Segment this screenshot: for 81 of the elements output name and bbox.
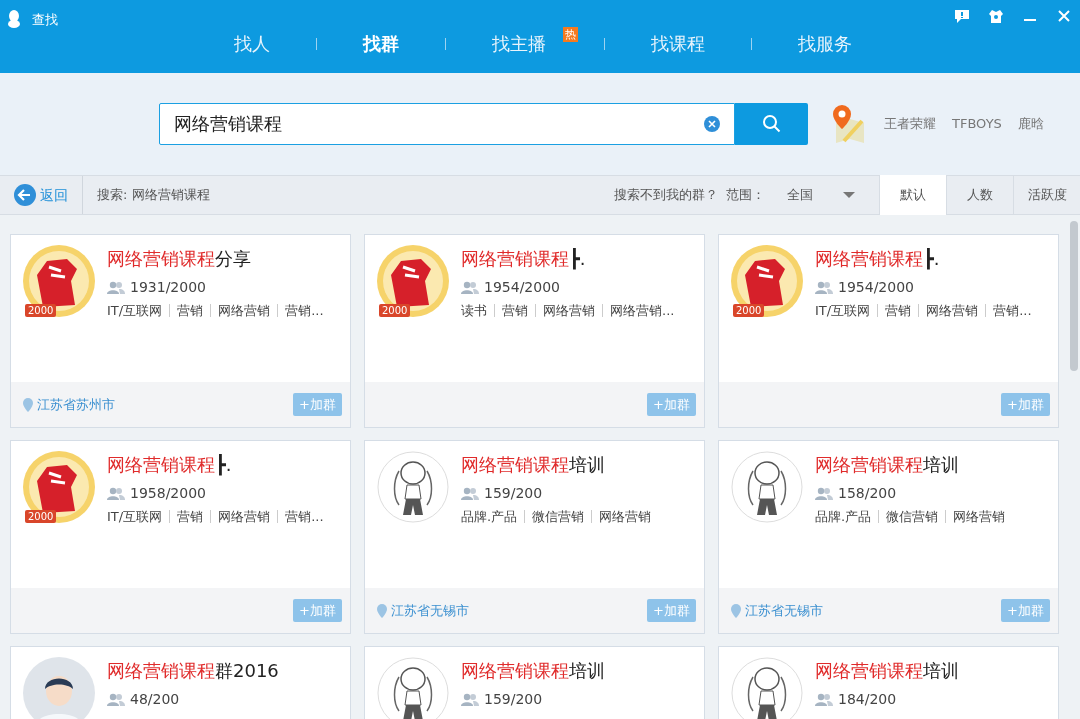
members-icon — [461, 280, 479, 295]
range-dropdown[interactable]: 全国 — [783, 185, 879, 205]
group-tag: 品牌.产品 — [461, 507, 518, 527]
location-pin-icon — [731, 603, 741, 618]
hot-keyword-link[interactable]: TFBOYS — [944, 114, 1010, 134]
sort-tab[interactable]: 默认 — [879, 175, 946, 215]
group-tag: 网络营销 — [218, 301, 271, 321]
caret-icon — [843, 191, 855, 199]
member-count: 159/200 — [484, 484, 543, 503]
group-tag: 营销... — [285, 507, 324, 527]
group-name[interactable]: 网络营销课程培训 — [815, 657, 959, 684]
members-icon — [461, 486, 479, 501]
group-tag: IT/互联网 — [815, 301, 871, 321]
shirt-icon[interactable] — [988, 8, 1004, 24]
group-tag: 网络营销 — [599, 507, 652, 527]
location-text: 江苏省无锡市 — [391, 601, 469, 620]
member-count: 1958/2000 — [130, 484, 206, 503]
group-tag: 营销 — [885, 301, 912, 321]
scrollbar[interactable] — [1070, 221, 1078, 371]
feedback-icon[interactable] — [954, 8, 970, 24]
members-icon — [107, 280, 125, 295]
range-label: 范围： — [726, 186, 766, 205]
group-name[interactable]: 网络营销课程培训 — [461, 657, 605, 684]
member-limit-badge: 2000 — [25, 510, 57, 523]
members-icon — [815, 280, 833, 295]
search-button[interactable] — [735, 103, 808, 145]
help-link[interactable]: 搜索不到我的群？ — [606, 185, 726, 205]
search-query-text: 搜索: 网络营销课程 — [96, 186, 210, 205]
hot-badge: 热 — [563, 27, 578, 42]
member-count: 158/200 — [838, 484, 897, 503]
member-count: 184/200 — [838, 690, 897, 709]
group-name[interactable]: 网络营销课程分享 — [107, 245, 251, 272]
clear-icon[interactable] — [703, 115, 721, 133]
group-name[interactable]: 网络营销课程┣. — [815, 245, 940, 272]
group-tag: 微信营销 — [886, 507, 939, 527]
group-tag: 营销... — [285, 301, 324, 321]
search-icon — [761, 114, 782, 134]
hot-keyword-link[interactable]: 王者荣耀 — [876, 114, 944, 134]
group-tag: 网络营销 — [953, 507, 1006, 527]
location-pin-icon — [377, 603, 387, 618]
members-icon — [815, 692, 833, 707]
group-tag: 网络营销... — [610, 301, 675, 321]
group-name[interactable]: 网络营销课程群2016 — [107, 657, 279, 684]
member-count: 48/200 — [130, 690, 180, 709]
members-icon — [461, 692, 479, 707]
group-tag: 营销 — [177, 507, 204, 527]
member-limit-badge: 2000 — [379, 304, 411, 317]
cartoon-avatar — [731, 451, 803, 523]
cartoon-avatar — [377, 451, 449, 523]
group-tag: 网络营销 — [218, 507, 271, 527]
member-count: 1954/2000 — [838, 278, 914, 297]
group-name[interactable]: 网络营销课程┣. — [107, 451, 232, 478]
group-tag: 微信营销 — [532, 507, 585, 527]
group-tag: 读书 — [461, 301, 487, 321]
member-limit-badge: 2000 — [25, 304, 57, 317]
member-limit-badge: 2000 — [733, 304, 765, 317]
members-icon — [107, 692, 125, 707]
group-name[interactable]: 网络营销课程培训 — [815, 451, 959, 478]
hot-keyword-link[interactable]: 鹿晗 — [1009, 114, 1052, 134]
group-tag: 营销 — [502, 301, 528, 321]
group-tag: IT/互联网 — [107, 301, 163, 321]
group-tag: IT/互联网 — [107, 507, 163, 527]
group-name[interactable]: 网络营销课程┣. — [461, 245, 586, 272]
group-name[interactable]: 网络营销课程培训 — [461, 451, 605, 478]
group-tag: 网络营销 — [543, 301, 595, 321]
close-icon[interactable] — [1056, 8, 1072, 24]
location-pin-icon — [23, 397, 33, 412]
member-count: 1931/2000 — [130, 278, 206, 297]
member-count: 159/200 — [484, 690, 543, 709]
location-text: 江苏省无锡市 — [745, 601, 823, 620]
group-tag: 营销 — [177, 301, 204, 321]
search-field[interactable]: 网络营销课程 — [159, 103, 735, 145]
location-text: 江苏省苏州市 — [37, 395, 115, 414]
group-tag: 网络营销 — [926, 301, 979, 321]
window-title: 查找 — [32, 11, 58, 29]
group-tag: 营销... — [993, 301, 1032, 321]
members-icon — [107, 486, 125, 501]
member-count: 1954/2000 — [484, 278, 560, 297]
members-icon — [815, 486, 833, 501]
group-tag: 品牌.产品 — [815, 507, 872, 527]
map-pin-icon — [830, 103, 866, 145]
